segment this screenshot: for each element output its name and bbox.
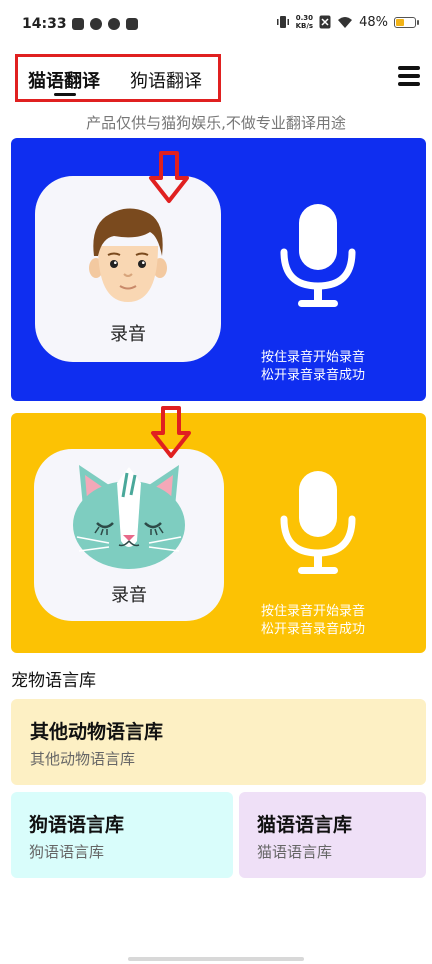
tab-cat-translate[interactable]: 猫语翻译 [28,67,100,93]
down-arrow-icon [149,151,189,203]
cat-library-card[interactable]: 猫语语言库 猫语语言库 [239,792,426,878]
human-record-button[interactable]: 录音 [35,176,221,362]
library-card-title: 狗语语言库 [29,814,125,836]
human-record-hint: 按住录音开始录音 松开录音录音成功 [261,350,366,383]
microphone-icon[interactable] [278,471,358,575]
cat-record-label: 录音 [111,585,147,606]
battery-percent: 48% [359,14,388,30]
library-card-subtitle: 猫语语言库 [257,843,333,861]
message-notification-icon [126,18,138,30]
cat-record-button[interactable]: 录音 [34,449,224,621]
wifi-icon [338,16,353,28]
battery-level-fill [396,18,405,26]
cat-recorder-panel: 录音 按住录音开始录音 松开录音录音成功 [11,413,426,653]
library-card-subtitle: 狗语语言库 [29,843,105,861]
app-notification-icon [90,18,102,30]
status-right: 0.30 KB/s 48% [276,14,419,30]
vibrate-icon [276,16,289,28]
down-arrow-icon [151,406,191,458]
library-card-subtitle: 其他动物语言库 [30,750,136,768]
man-face-icon [89,208,167,302]
cat-face-icon [73,465,185,569]
disclaimer-text: 产品仅供与猫狗娱乐,不做专业翻译用途 [86,114,346,132]
hamburger-menu-icon[interactable] [398,66,420,86]
crown-notification-icon [72,18,84,30]
status-time: 14:33 [22,16,67,32]
network-speed: 0.30 KB/s [295,14,314,30]
microphone-icon[interactable] [278,204,358,308]
fan-notification-icon [108,18,120,30]
home-indicator[interactable] [128,957,304,961]
dog-library-card[interactable]: 狗语语言库 狗语语言库 [11,792,233,878]
status-bar: 14:33 0.30 KB/s 48% [0,0,432,50]
battery-icon [394,16,419,28]
translation-tabs: 猫语翻译 狗语翻译 [15,54,221,102]
library-card-title: 猫语语言库 [257,814,353,836]
notification-icons [72,18,138,30]
human-recorder-panel: 录音 按住录音开始录音 松开录音录音成功 [11,138,426,401]
cat-record-hint: 按住录音开始录音 松开录音录音成功 [261,604,366,637]
tab-dog-translate[interactable]: 狗语翻译 [130,67,202,93]
library-card-title: 其他动物语言库 [30,721,164,743]
other-animals-library-card[interactable]: 其他动物语言库 其他动物语言库 [11,699,426,785]
human-record-label: 录音 [110,324,146,345]
sim-icon [319,15,331,29]
tab-active-indicator [54,93,76,96]
library-section-title: 宠物语言库 [11,671,96,691]
